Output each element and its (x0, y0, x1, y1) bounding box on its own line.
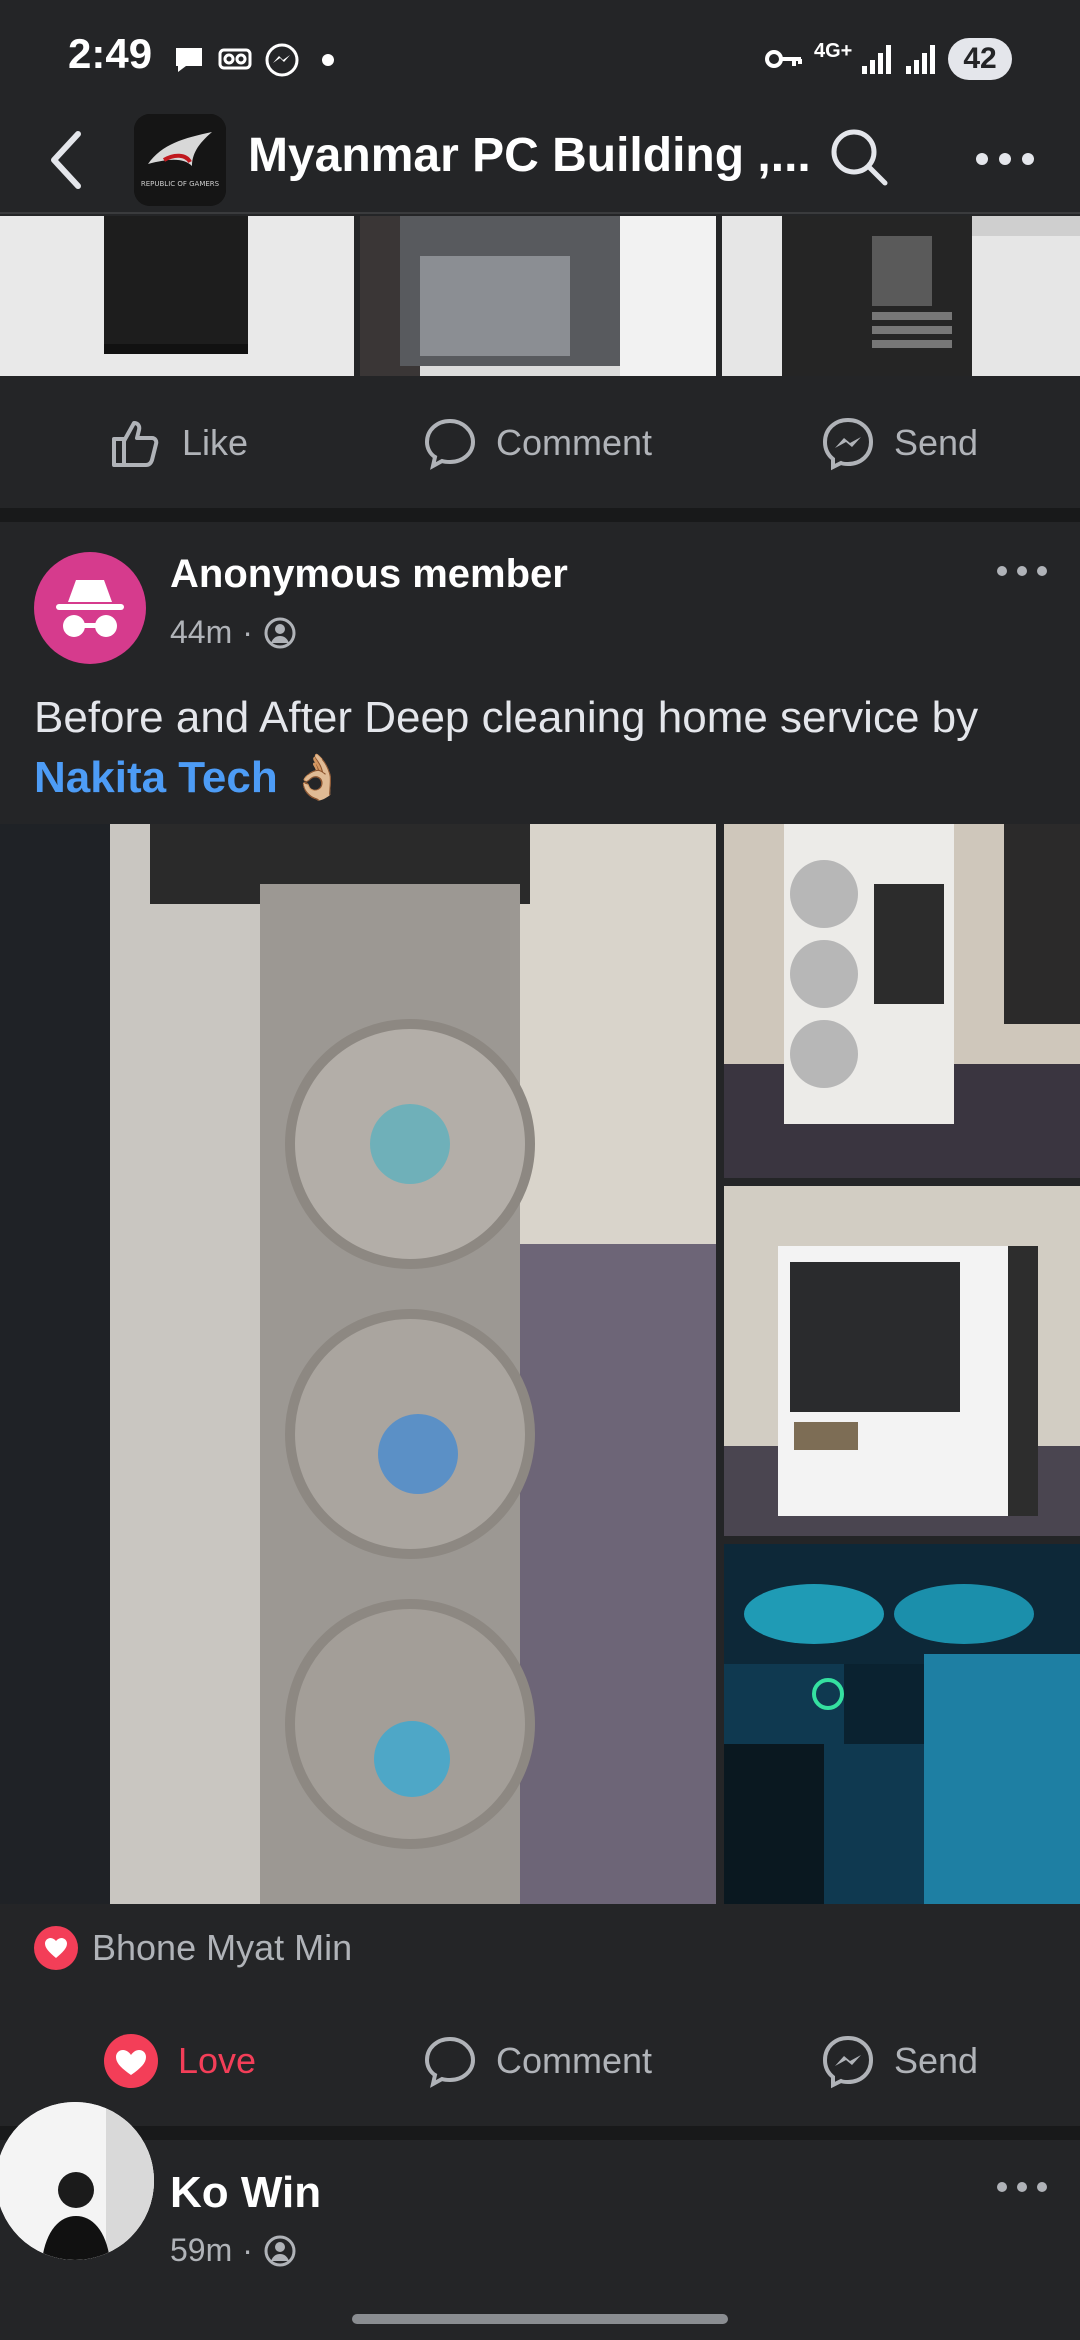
clean-white-pc-photo (724, 1186, 1080, 1536)
send-label: Send (894, 422, 979, 463)
ko-win-more-options-icon[interactable] (994, 2172, 1050, 2202)
anonymous-avatar[interactable] (34, 552, 146, 664)
rog-logo-icon: REPUBLIC OF GAMERS (134, 114, 226, 206)
post-photo-main[interactable] (0, 824, 716, 1904)
group-logo[interactable]: REPUBLIC OF GAMERS (134, 114, 226, 206)
meta-separator: · (242, 614, 253, 650)
home-indicator[interactable] (352, 2314, 728, 2324)
profile-photo (0, 2102, 154, 2260)
ko-win-name[interactable]: Ko Win (170, 2168, 321, 2218)
reactor-name: Bhone Myat Min (92, 1927, 353, 1968)
back-arrow-icon[interactable] (40, 120, 100, 200)
post-photo-4[interactable] (724, 1544, 1080, 1904)
vpn-key-icon (765, 50, 802, 68)
love-reaction-icon (34, 1926, 78, 1970)
group-header: REPUBLIC OF GAMERS Myanmar PC Building ,… (0, 110, 1080, 214)
post-text: Before and After Deep cleaning home serv… (34, 688, 1044, 808)
notification-dot-icon (322, 54, 334, 66)
group-title[interactable]: Myanmar PC Building ,... (248, 128, 811, 183)
members-privacy-icon (264, 617, 296, 648)
messenger-send-icon (822, 2035, 874, 2089)
like-label: Like (182, 422, 249, 463)
post-actions: Love Comment Send (0, 1996, 1080, 2126)
thumbs-up-icon (112, 421, 159, 467)
header-divider (0, 212, 1080, 214)
reactions-summary[interactable]: Bhone Myat Min (34, 1926, 352, 1970)
post-comment-label: Comment (496, 2040, 653, 2081)
ok-hand-emoji: 👌🏼 (289, 753, 345, 802)
status-bar: 2:49 4G+ 42 (0, 0, 1080, 120)
post-meta: 44m · (170, 614, 297, 651)
white-pc-open-photo (724, 824, 1080, 1178)
ko-win-avatar[interactable] (0, 2102, 154, 2260)
ko-win-meta: 59m · (170, 2232, 297, 2269)
prev-post-photo-1[interactable] (0, 216, 354, 376)
pc-case-photo (0, 216, 354, 376)
dusty-fans-photo (0, 824, 716, 1904)
post-photo-3[interactable] (724, 1186, 1080, 1536)
rgb-pc-photo (724, 1544, 1080, 1904)
love-filled-icon (104, 2034, 158, 2088)
love-label: Love (178, 2040, 257, 2081)
post-time: 44m (170, 614, 233, 650)
comment-label: Comment (496, 422, 653, 463)
love-button[interactable]: Love (102, 1996, 256, 2126)
anonymous-incognito-icon (56, 580, 124, 637)
signal-1-icon (862, 45, 891, 74)
svg-text:REPUBLIC OF GAMERS: REPUBLIC OF GAMERS (141, 180, 220, 188)
messenger-send-icon (822, 417, 874, 471)
pc-case-glass-photo (360, 216, 716, 376)
post-more-options-icon[interactable] (994, 556, 1050, 586)
members-privacy-icon (264, 2235, 296, 2266)
messenger-icon (265, 43, 299, 77)
post-send-button[interactable]: Send (820, 1996, 978, 2126)
chat-bubble-icon (176, 48, 202, 72)
status-time: 2:49 (68, 30, 153, 77)
mention-link[interactable]: Nakita Tech (34, 753, 278, 802)
battery-indicator: 42 (948, 38, 1012, 80)
prev-post-actions: Like Comment Send (0, 378, 1080, 508)
post-body: Before and After Deep cleaning home serv… (34, 693, 979, 742)
post-author-name[interactable]: Anonymous member (170, 552, 568, 597)
signal-2-icon (906, 45, 935, 74)
comment-button[interactable]: Comment (422, 378, 652, 508)
comment-bubble-icon (424, 418, 476, 470)
meta-separator: · (242, 2232, 253, 2268)
post-comment-button[interactable]: Comment (422, 1996, 652, 2126)
search-icon[interactable] (826, 124, 892, 190)
post-separator (0, 2126, 1080, 2140)
network-type: 4G+ (814, 40, 853, 62)
ko-win-time: 59m (170, 2232, 233, 2268)
prev-post-photo-2[interactable] (360, 216, 716, 376)
post-photo-2[interactable] (724, 824, 1080, 1178)
comment-bubble-icon (424, 2036, 476, 2088)
post-separator (0, 508, 1080, 522)
send-button[interactable]: Send (820, 378, 978, 508)
like-button[interactable]: Like (108, 378, 248, 508)
prev-post-photo-3[interactable] (722, 216, 1080, 376)
post-send-label: Send (894, 2040, 979, 2081)
more-options-icon[interactable] (972, 134, 1038, 184)
pc-case-rear-photo (722, 216, 1080, 376)
voicemail-icon (218, 48, 252, 70)
